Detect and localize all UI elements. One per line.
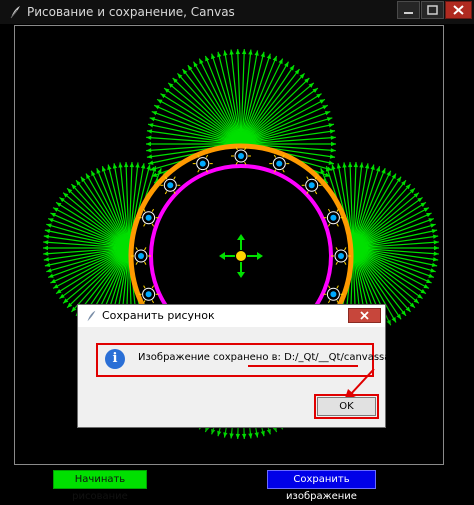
- minimize-icon: [404, 12, 413, 14]
- ring-node-core: [145, 291, 152, 298]
- start-drawing-button[interactable]: Начинать рисование: [53, 470, 147, 502]
- title-bar: Рисование и сохранение, Canvas: [0, 0, 474, 24]
- ring-node-core: [338, 253, 344, 259]
- ring-node-core: [145, 214, 152, 221]
- dialog-message: Изображение сохранено в: D:/_Qt/__Qt/can…: [138, 352, 425, 363]
- ok-button[interactable]: OK: [317, 397, 376, 416]
- dialog-title: Сохранить рисунок: [102, 309, 215, 322]
- info-icon: i: [105, 349, 125, 369]
- dialog-body: i Изображение сохранено в: D:/_Qt/__Qt/c…: [78, 327, 425, 427]
- minimize-button[interactable]: [397, 1, 420, 19]
- save-dialog: Сохранить рисунок i Изображение сохранен…: [77, 304, 425, 428]
- center-marker: [236, 251, 246, 261]
- ring-node-core: [330, 214, 337, 221]
- ring-node-core: [167, 182, 174, 189]
- close-icon: [453, 5, 464, 15]
- close-icon: [360, 311, 369, 320]
- close-button[interactable]: [445, 1, 472, 19]
- maximize-button[interactable]: [421, 1, 444, 19]
- ring-node-core: [276, 160, 283, 167]
- ring-node-core: [330, 291, 337, 298]
- dialog-title-bar: Сохранить рисунок: [78, 305, 385, 327]
- ring-node-core: [238, 153, 244, 159]
- feather-icon: [10, 6, 20, 19]
- ring-node-core: [308, 182, 315, 189]
- maximize-icon: [427, 5, 438, 15]
- feather-icon: [87, 310, 96, 322]
- app-window: Рисование и сохранение, Canvas Начинать …: [0, 0, 474, 505]
- save-image-button[interactable]: Сохранить изображение: [267, 470, 376, 502]
- ring-node-core: [138, 253, 144, 259]
- window-title: Рисование и сохранение, Canvas: [27, 5, 235, 19]
- dialog-close-button[interactable]: [348, 308, 381, 323]
- ring-node-core: [199, 160, 206, 167]
